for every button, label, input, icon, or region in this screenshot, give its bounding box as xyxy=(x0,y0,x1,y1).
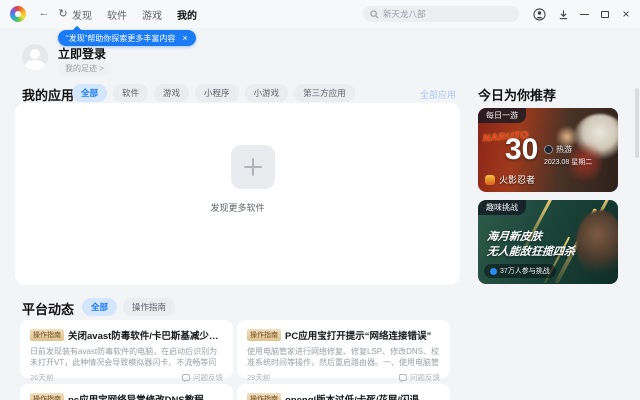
nav-games[interactable]: 游戏 xyxy=(142,7,162,22)
discover-tooltip: “发现”帮助你探索更多丰富内容 × xyxy=(58,30,196,46)
scrollbar[interactable] xyxy=(635,88,639,158)
nav-discover[interactable]: 发现 xyxy=(72,7,92,22)
day-tag: 热游 xyxy=(544,144,572,155)
nav-software[interactable]: 软件 xyxy=(107,7,127,22)
game-icon xyxy=(485,174,495,185)
download-manager-icon[interactable] xyxy=(553,4,573,24)
card-art xyxy=(576,210,618,280)
tag-icon xyxy=(544,145,553,154)
challenge-badge: 趣味挑战 xyxy=(478,200,526,215)
challenge-stat: 37万人参与挑战 xyxy=(484,264,556,278)
maximize-button[interactable] xyxy=(595,4,615,24)
back-icon[interactable]: ← xyxy=(36,5,52,21)
tab-all[interactable]: 全部 xyxy=(72,84,108,102)
feed-tab-guide[interactable]: 操作指南 xyxy=(123,298,176,316)
topbar: ← ↻ 发现 软件 游戏 我的 新天龙八部 × xyxy=(0,0,640,28)
close-button[interactable]: × xyxy=(616,4,636,24)
guide-tag-badge: 操作指南 xyxy=(247,393,281,400)
recommend-title: 今日为你推荐 xyxy=(478,88,557,103)
feed-card-2[interactable]: 操作指南 PC应用宝打开提示“网络连接错误” 使用电脑管家进行网络修复、修复LS… xyxy=(237,320,450,382)
daily-game-card[interactable]: 每日一游 NARUTO 30 热游 2023.08 星期二 火影忍者 xyxy=(478,108,618,192)
feed-card-time: 26天前 xyxy=(30,373,54,382)
search-box[interactable] xyxy=(363,6,519,22)
feed-card-3[interactable]: 操作指南 pc应用宝网络异常修改DNS教程 xyxy=(20,384,233,400)
guide-tag-badge: 操作指南 xyxy=(30,393,64,400)
my-apps-tabs: 全部 软件 游戏 小程序 小游戏 第三方应用 xyxy=(72,84,355,102)
add-more-apps-button[interactable] xyxy=(231,145,275,189)
search-icon xyxy=(370,9,379,19)
tab-miniprograms[interactable]: 小程序 xyxy=(195,84,239,102)
daily-game-badge: 每日一游 xyxy=(478,108,526,123)
tab-software[interactable]: 软件 xyxy=(113,84,149,102)
login-button[interactable]: 立即登录 xyxy=(58,45,106,62)
tab-minigames[interactable]: 小游戏 xyxy=(244,84,289,102)
feed-tabs: 全部 操作指南 xyxy=(82,298,176,316)
feed-card-title: opengl版本过低/卡死/花屏/闪退，升级显卡驱动u… xyxy=(285,392,440,400)
participants-icon xyxy=(490,267,497,275)
user-account-icon[interactable] xyxy=(529,4,549,24)
app-logo-icon[interactable] xyxy=(10,6,26,22)
my-apps-panel: 发现更多软件 xyxy=(15,103,460,285)
feed-card-title: pc应用宝网络异常修改DNS教程 xyxy=(68,392,204,400)
feed-card-title: 关闭avast防毒软件/卡巴斯基减少卡顿现象 xyxy=(68,331,223,342)
calendar-day: 30 xyxy=(505,133,539,166)
calendar-date: 2023.08 星期二 xyxy=(544,159,593,166)
feedback-link[interactable]: 问题反馈 xyxy=(399,372,440,383)
minimize-button[interactable] xyxy=(574,4,594,24)
app-window: ← ↻ 发现 软件 游戏 我的 新天龙八部 × “发现”帮助你探索更多丰富内容 … xyxy=(0,0,640,400)
feed-card-1[interactable]: 操作指南 关闭avast防毒软件/卡巴斯基减少卡顿现象 日前发现装有avast防… xyxy=(20,320,233,382)
feed-card-title: PC应用宝打开提示“网络连接错误” xyxy=(285,331,432,342)
feedback-icon xyxy=(182,374,190,382)
feedback-link[interactable]: 问题反馈 xyxy=(182,372,223,383)
feed-title: 平台动态 xyxy=(22,302,75,317)
add-more-apps-label: 发现更多软件 xyxy=(210,203,265,213)
login-subtitle-pill[interactable]: 我的足迹 > xyxy=(58,61,111,76)
feedback-icon xyxy=(399,374,407,382)
guide-tag-badge: 操作指南 xyxy=(247,329,281,341)
challenge-line2: 无人能敌狂揽四杀 xyxy=(486,246,576,258)
avatar[interactable] xyxy=(22,44,48,70)
feed-card-time: 29天前 xyxy=(247,373,271,382)
feed-card-body: 日前发现装有avast防毒软件的电脑，在启动后识别为未打开VT，此种情况会导致模… xyxy=(30,347,218,367)
challenge-card[interactable]: 趣味挑战 海月新皮肤 无人能敌狂揽四杀 37万人参与挑战 xyxy=(478,200,618,284)
game-name-row: 火影忍者 xyxy=(485,173,535,186)
game-name: 火影忍者 xyxy=(499,175,536,185)
tooltip-close-icon[interactable]: × xyxy=(182,33,187,43)
search-input[interactable] xyxy=(383,9,503,19)
my-apps-title: 我的应用 xyxy=(22,88,75,103)
tooltip-text: “发现”帮助你探索更多丰富内容 xyxy=(66,33,176,43)
tab-games[interactable]: 游戏 xyxy=(154,84,190,102)
nav-mine[interactable]: 我的 xyxy=(177,7,197,22)
challenge-line1: 海月新皮肤 xyxy=(486,231,543,243)
main-nav: 发现 软件 游戏 我的 xyxy=(72,0,197,28)
feed-card-body: 使用电脑管家进行网络修复、修复LSP、修改DNS、校准系统时间等操作，然后重启路… xyxy=(247,347,440,367)
all-apps-link[interactable]: 全部应用 xyxy=(420,88,456,101)
tab-thirdparty[interactable]: 第三方应用 xyxy=(294,84,355,102)
refresh-icon[interactable]: ↻ xyxy=(55,5,71,21)
feed-tab-all[interactable]: 全部 xyxy=(82,298,118,316)
feed-card-4[interactable]: 操作指南 opengl版本过低/卡死/花屏/闪退，升级显卡驱动u… xyxy=(237,384,450,400)
guide-tag-badge: 操作指南 xyxy=(30,329,64,341)
